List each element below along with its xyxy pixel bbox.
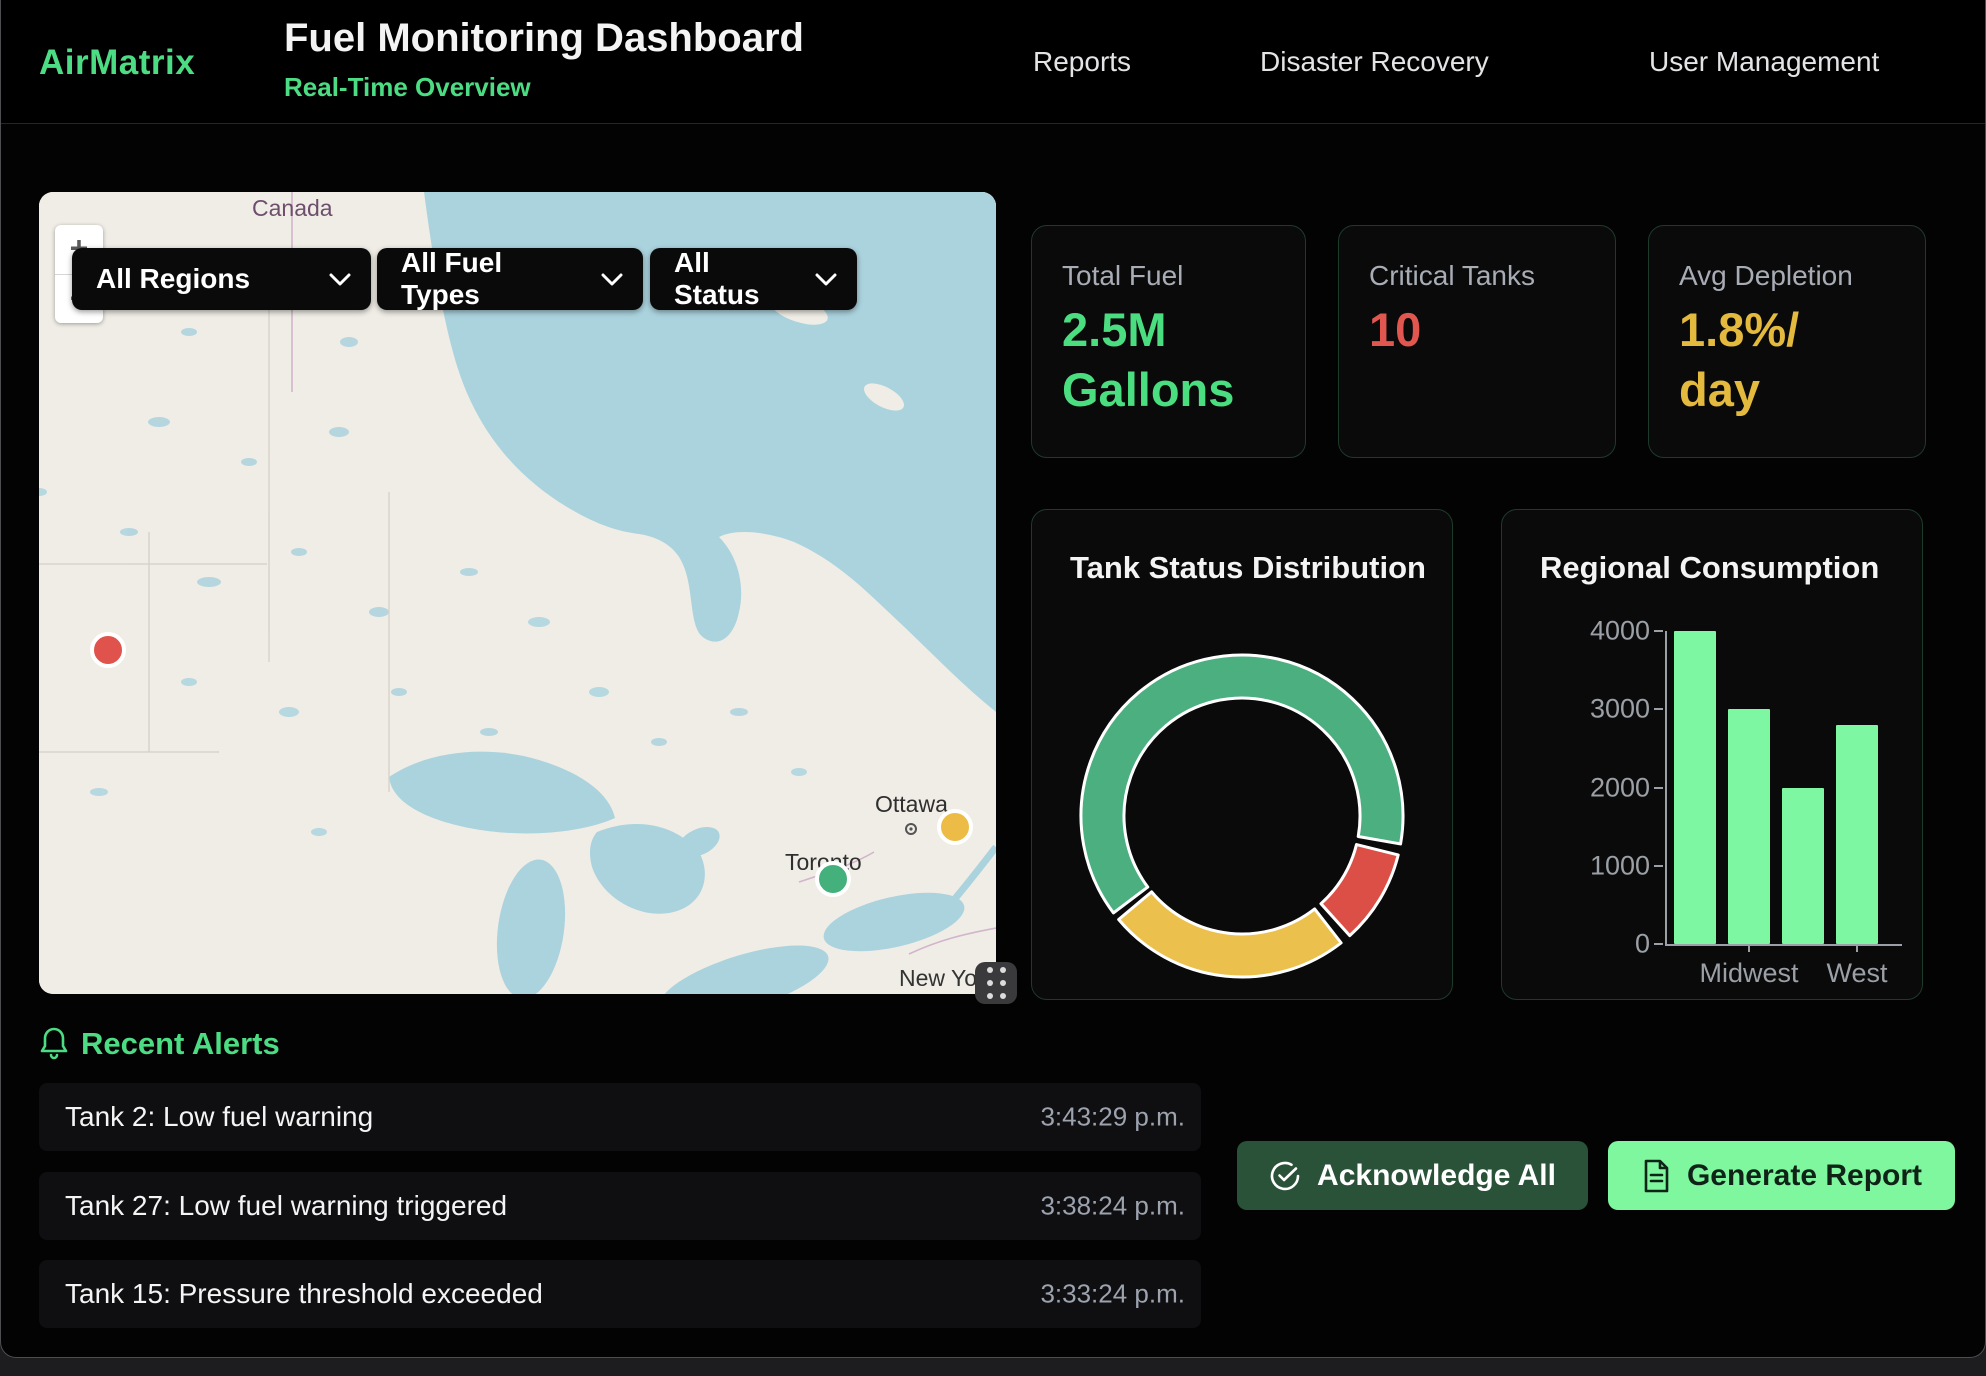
- map-marker-normal[interactable]: [817, 863, 849, 895]
- app-window: AirMatrix Fuel Monitoring Dashboard Real…: [0, 0, 1986, 1358]
- page-subtitle: Real-Time Overview: [284, 72, 531, 103]
- resize-grip-handle[interactable]: [975, 962, 1017, 1004]
- filter-fuel-types-select[interactable]: All Fuel Types: [377, 248, 643, 310]
- consumption-bar: [1782, 788, 1824, 945]
- brand-logo[interactable]: AirMatrix: [39, 43, 195, 83]
- filter-status-value: All Status: [674, 247, 797, 311]
- consumption-bar: [1674, 631, 1716, 944]
- y-tick-label: 4000: [1590, 616, 1650, 647]
- filter-status-select[interactable]: All Status: [650, 248, 857, 310]
- donut-segment-yellow: [1119, 892, 1341, 977]
- y-tick-mark: [1654, 865, 1663, 867]
- tank-status-donut-chart: [1032, 510, 1454, 1001]
- stat-card-avg-depletion: Avg Depletion 1.8%/ day: [1648, 225, 1926, 458]
- filter-regions-select[interactable]: All Regions: [72, 248, 371, 310]
- stat-value-line2: Gallons: [1062, 360, 1275, 420]
- regional-consumption-bar-chart: 0 1000 2000 3000 4000 Midwest West: [1502, 510, 1924, 1001]
- nav-user-management[interactable]: User Management: [1649, 0, 1879, 123]
- donut-segment-red: [1321, 845, 1398, 936]
- acknowledge-all-button[interactable]: Acknowledge All: [1237, 1141, 1588, 1210]
- page-title: Fuel Monitoring Dashboard: [284, 16, 804, 61]
- stat-label: Critical Tanks: [1369, 260, 1585, 292]
- stat-value-line2: day: [1679, 360, 1895, 420]
- stat-card-critical-tanks: Critical Tanks 10: [1338, 225, 1616, 458]
- consumption-bar: [1728, 709, 1770, 944]
- bell-icon: [39, 1026, 69, 1062]
- bar-chart-y-axis: [1665, 631, 1667, 944]
- x-tick-mark: [1748, 944, 1750, 952]
- x-tick-mark: [1856, 944, 1858, 952]
- acknowledge-all-label: Acknowledge All: [1317, 1159, 1556, 1193]
- alert-text: Tank 27: Low fuel warning triggered: [65, 1190, 507, 1222]
- document-icon: [1641, 1159, 1671, 1193]
- header: AirMatrix Fuel Monitoring Dashboard Real…: [1, 0, 1986, 124]
- alert-row[interactable]: Tank 27: Low fuel warning triggered 3:38…: [39, 1172, 1201, 1240]
- y-tick-mark: [1654, 630, 1663, 632]
- recent-alerts-title: Recent Alerts: [81, 1026, 280, 1062]
- y-tick-label: 1000: [1590, 850, 1650, 881]
- nav-disaster-recovery[interactable]: Disaster Recovery: [1260, 0, 1489, 123]
- stat-card-total-fuel: Total Fuel 2.5M Gallons: [1031, 225, 1306, 458]
- x-tick-label: West: [1826, 958, 1887, 989]
- chevron-down-icon: [329, 272, 351, 286]
- y-tick-mark: [1654, 943, 1663, 945]
- y-tick-label: 0: [1590, 929, 1650, 960]
- filter-fuel-types-value: All Fuel Types: [401, 247, 583, 311]
- alert-text: Tank 2: Low fuel warning: [65, 1101, 373, 1133]
- check-circle-icon: [1269, 1160, 1301, 1192]
- nav-reports[interactable]: Reports: [1033, 0, 1131, 123]
- map-marker-warning[interactable]: [939, 811, 971, 843]
- map-geography: Canada Ottawa Toronto New York: [39, 192, 996, 994]
- y-tick-mark: [1654, 787, 1663, 789]
- stat-value-line1: 10: [1369, 300, 1585, 360]
- alert-row[interactable]: Tank 15: Pressure threshold exceeded 3:3…: [39, 1260, 1201, 1328]
- y-tick-label: 3000: [1590, 694, 1650, 725]
- y-tick-mark: [1654, 708, 1663, 710]
- consumption-bar: [1836, 725, 1878, 944]
- stat-value-line1: 2.5M: [1062, 300, 1275, 360]
- generate-report-button[interactable]: Generate Report: [1608, 1141, 1955, 1210]
- regional-consumption-panel: Regional Consumption 01000200030004000Mi…: [1501, 509, 1923, 1000]
- filter-regions-value: All Regions: [96, 263, 250, 295]
- tank-status-panel: Tank Status Distribution: [1031, 509, 1453, 1000]
- chevron-down-icon: [815, 272, 837, 286]
- generate-report-label: Generate Report: [1687, 1159, 1922, 1193]
- chevron-down-icon: [601, 272, 623, 286]
- bar-chart-x-axis: [1665, 944, 1902, 946]
- stat-label: Total Fuel: [1062, 260, 1275, 292]
- map-canvas[interactable]: Canada Ottawa Toronto New York: [39, 192, 996, 994]
- alert-text: Tank 15: Pressure threshold exceeded: [65, 1278, 543, 1310]
- map-label-country: Canada: [252, 195, 333, 221]
- stat-value-line1: 1.8%/: [1679, 300, 1895, 360]
- alert-time: 3:33:24 p.m.: [1040, 1279, 1185, 1310]
- x-tick-label: Midwest: [1699, 958, 1798, 989]
- alert-row[interactable]: Tank 2: Low fuel warning 3:43:29 p.m.: [39, 1083, 1201, 1151]
- map-label-ottawa: Ottawa: [875, 791, 948, 817]
- alert-time: 3:38:24 p.m.: [1040, 1191, 1185, 1222]
- map-marker-critical[interactable]: [92, 634, 124, 666]
- stat-label: Avg Depletion: [1679, 260, 1895, 292]
- y-tick-label: 2000: [1590, 772, 1650, 803]
- alert-time: 3:43:29 p.m.: [1040, 1102, 1185, 1133]
